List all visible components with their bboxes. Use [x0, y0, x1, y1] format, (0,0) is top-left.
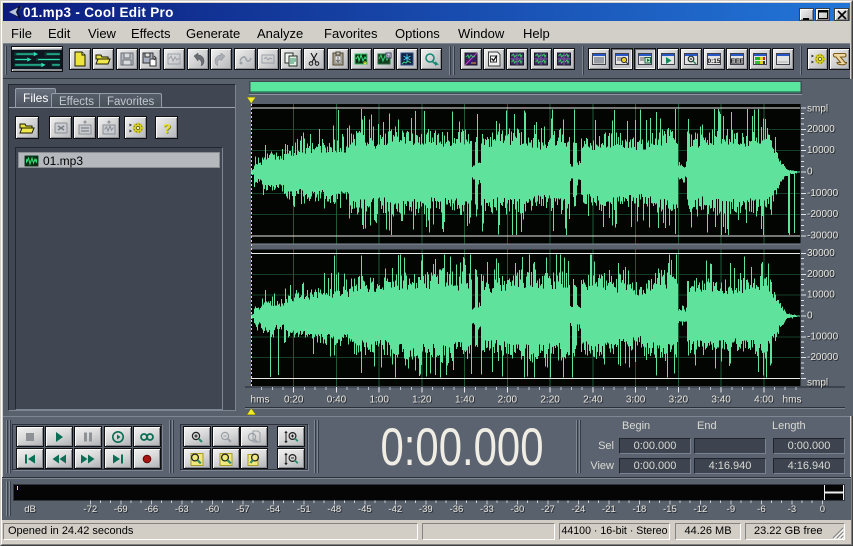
svg-text:3:40: 3:40 [711, 395, 731, 406]
svg-text:20000: 20000 [807, 124, 835, 135]
svg-text:-39: -39 [419, 504, 433, 515]
svg-text:?: ? [163, 121, 171, 136]
svg-text:0:20: 0:20 [284, 395, 304, 406]
svg-text:-30: -30 [511, 504, 525, 515]
svg-text:0:40: 0:40 [327, 395, 347, 406]
svg-text:10000: 10000 [807, 145, 835, 156]
svg-text:0: 0 [807, 167, 813, 178]
svg-text:-21: -21 [602, 504, 616, 515]
svg-text:-54: -54 [266, 504, 280, 515]
svg-text:-60: -60 [205, 504, 219, 515]
svg-text:-20000: -20000 [807, 352, 839, 363]
svg-text:10000: 10000 [807, 290, 835, 301]
svg-text:EEE: EEE [730, 57, 744, 66]
svg-text:hms: hms [251, 395, 270, 406]
svg-text:-33: -33 [480, 504, 494, 515]
svg-text:-10000: -10000 [807, 188, 839, 199]
svg-text:-30000: -30000 [807, 231, 839, 242]
svg-text:hms: hms [783, 395, 802, 406]
svg-text:-3: -3 [788, 504, 796, 515]
svg-text:0:15: 0:15 [707, 58, 720, 65]
svg-text:-36: -36 [450, 504, 464, 515]
svg-text:smpl: smpl [807, 104, 828, 115]
svg-text:20000: 20000 [807, 269, 835, 280]
svg-text:2:00: 2:00 [498, 395, 518, 406]
svg-text:-63: -63 [175, 504, 189, 515]
svg-text:-51: -51 [297, 504, 311, 515]
svg-text:-45: -45 [358, 504, 372, 515]
svg-text:2:20: 2:20 [540, 395, 560, 406]
svg-text:0: 0 [820, 504, 825, 515]
svg-text:0: 0 [807, 311, 813, 322]
svg-text:-48: -48 [327, 504, 341, 515]
svg-text:-66: -66 [144, 504, 158, 515]
svg-text:-18: -18 [633, 504, 647, 515]
svg-text:N: N [387, 53, 390, 58]
svg-text:3:20: 3:20 [669, 395, 689, 406]
svg-text:-42: -42 [388, 504, 402, 515]
svg-text:30000: 30000 [807, 248, 835, 259]
svg-text:1:40: 1:40 [455, 395, 475, 406]
svg-text:-72: -72 [83, 504, 97, 515]
svg-text:3:00: 3:00 [626, 395, 646, 406]
svg-text:-24: -24 [572, 504, 586, 515]
svg-text:-10000: -10000 [807, 331, 839, 342]
svg-text:4:00: 4:00 [754, 395, 774, 406]
svg-text:-27: -27 [541, 504, 555, 515]
svg-text:-15: -15 [663, 504, 677, 515]
svg-text:smpl: smpl [807, 378, 828, 389]
svg-text:-6: -6 [757, 504, 765, 515]
svg-text:-20000: -20000 [807, 209, 839, 220]
svg-text:dB: dB [24, 504, 36, 515]
svg-text:2:40: 2:40 [583, 395, 603, 406]
svg-text:-9: -9 [727, 504, 735, 515]
svg-text:1:00: 1:00 [369, 395, 389, 406]
svg-text:-57: -57 [236, 504, 250, 515]
svg-text:-69: -69 [114, 504, 128, 515]
svg-text:-12: -12 [694, 504, 708, 515]
svg-text:1:20: 1:20 [412, 395, 432, 406]
